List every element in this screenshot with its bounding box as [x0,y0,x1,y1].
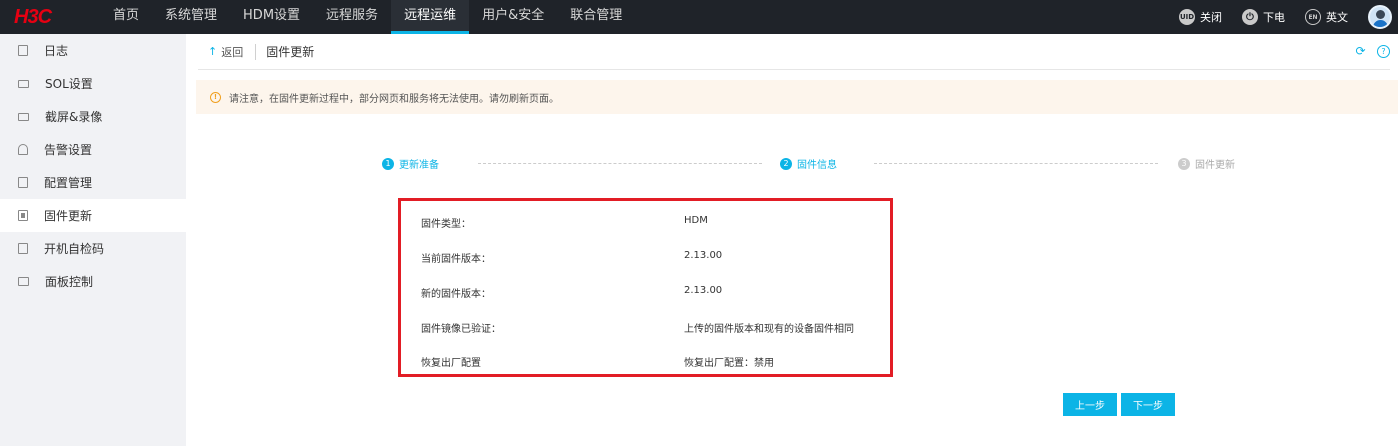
panel-icon [18,277,29,286]
sidebar-item-label: 配置管理 [44,176,93,190]
sidebar-item-panel-control[interactable]: 面板控制 [0,265,186,298]
refresh-icon[interactable]: ⟳ [1354,45,1367,58]
power-off-button[interactable]: ⏻ 下电 [1242,9,1285,25]
top-navbar: H3C 首页 系统管理 HDM设置 远程服务 远程运维 用户&安全 联合管理 U… [0,0,1398,34]
video-icon [18,112,29,121]
warning-icon: ! [210,91,221,103]
back-arrow-icon: ↑ [208,45,218,58]
sidebar-item-screenshot-video[interactable]: 截屏&录像 [0,100,186,133]
user-avatar[interactable] [1368,5,1392,29]
chip-icon [18,210,28,221]
info-value: 2.13.00 [684,285,723,296]
sidebar-item-label: 告警设置 [44,143,93,157]
info-value: 2.13.00 [684,250,723,261]
sidebar-item-label: SOL设置 [45,77,93,91]
breadcrumb: ↑ 返回 固件更新 ⟳ ? [198,34,1390,70]
power-icon: ⏻ [1242,9,1258,25]
nav-remote-maintenance[interactable]: 远程运维 [391,0,470,34]
step-number: 2 [780,157,792,170]
language-icon: EN [1305,9,1321,25]
back-label: 返回 [221,45,244,59]
step-label: 更新准备 [399,160,439,171]
info-key: 固件类型： [421,219,471,230]
post-icon [18,243,28,254]
info-value: 上传的固件版本和现有的设备固件相同 [684,324,854,335]
sidebar-item-config-management[interactable]: 配置管理 [0,166,186,199]
nav-remote-services[interactable]: 远程服务 [313,0,391,34]
info-value: 恢复出厂配置：禁用 [684,358,774,369]
nav-federation[interactable]: 联合管理 [557,0,635,34]
uid-led-toggle[interactable]: UID 关闭 [1179,9,1222,25]
language-label: 英文 [1326,11,1348,24]
bell-icon [18,144,28,155]
sidebar-item-alarm-settings[interactable]: 告警设置 [0,133,186,166]
step-2: 2 固件信息 [780,156,837,171]
sidebar-item-label: 固件更新 [44,209,93,223]
sidebar-item-label: 开机自检码 [44,242,105,256]
top-right-tools: UID 关闭 ⏻ 下电 EN 英文 [1179,0,1398,34]
power-label: 下电 [1263,11,1285,24]
next-step-button[interactable]: 下一步 [1121,393,1175,416]
sidebar-item-log[interactable]: 日志 [0,34,186,67]
step-connector [874,163,1158,164]
nav-system-management[interactable]: 系统管理 [152,0,230,34]
nav-users-security[interactable]: 用户&安全 [469,0,557,34]
sidebar-item-post-code[interactable]: 开机自检码 [0,232,186,265]
step-number: 1 [382,157,394,170]
prev-step-button[interactable]: 上一步 [1063,393,1117,416]
step-indicator: 1 更新准备 2 固件信息 3 固件更新 [382,156,1242,172]
doc-icon [18,45,28,56]
step-connector [478,163,762,164]
sidebar-item-firmware-update[interactable]: 固件更新 [0,199,186,232]
step-3: 3 固件更新 [1178,156,1235,171]
info-value: HDM [684,215,708,226]
warning-notice: ! 请注意，在固件更新过程中，部分网页和服务将无法使用。请勿刷新页面。 [196,80,1398,114]
page-title: 固件更新 [266,45,315,59]
step-label: 固件信息 [797,160,837,171]
step-1: 1 更新准备 [382,156,439,171]
step-number: 3 [1178,157,1190,170]
info-key: 恢复出厂配置 [421,358,481,369]
notice-text: 请注意，在固件更新过程中，部分网页和服务将无法使用。请勿刷新页面。 [229,93,559,105]
nav-home[interactable]: 首页 [100,0,152,34]
sidebar-item-sol-settings[interactable]: SOL设置 [0,67,186,100]
page-tools: ⟳ ? [1344,45,1390,58]
uid-label: 关闭 [1200,11,1222,24]
firmware-info-panel: 固件类型： HDM 当前固件版本： 2.13.00 新的固件版本： 2.13.0… [398,198,893,377]
info-key: 固件镜像已验证： [421,324,501,335]
config-icon [18,177,28,188]
main-nav: 首页 系统管理 HDM设置 远程服务 远程运维 用户&安全 联合管理 [100,0,635,34]
nav-hdm-settings[interactable]: HDM设置 [230,0,313,34]
step-label: 固件更新 [1195,160,1235,171]
h3c-logo[interactable]: H3C [0,0,100,34]
help-icon[interactable]: ? [1377,45,1390,58]
sidebar: 日志 SOL设置 截屏&录像 告警设置 配置管理 固件更新 开机自检码 面板控制 [0,34,186,446]
sidebar-item-label: 日志 [44,44,69,58]
info-key: 新的固件版本： [421,289,491,300]
main-content: ↑ 返回 固件更新 ⟳ ? ! 请注意，在固件更新过程中，部分网页和服务将无法使… [186,34,1398,446]
sidebar-item-label: 截屏&录像 [45,110,103,124]
language-switch[interactable]: EN 英文 [1305,9,1348,25]
info-key: 当前固件版本： [421,254,491,265]
console-icon [18,79,29,88]
uid-icon: UID [1179,9,1195,25]
sidebar-item-label: 面板控制 [45,275,94,289]
back-button[interactable]: ↑ 返回 [208,43,257,60]
